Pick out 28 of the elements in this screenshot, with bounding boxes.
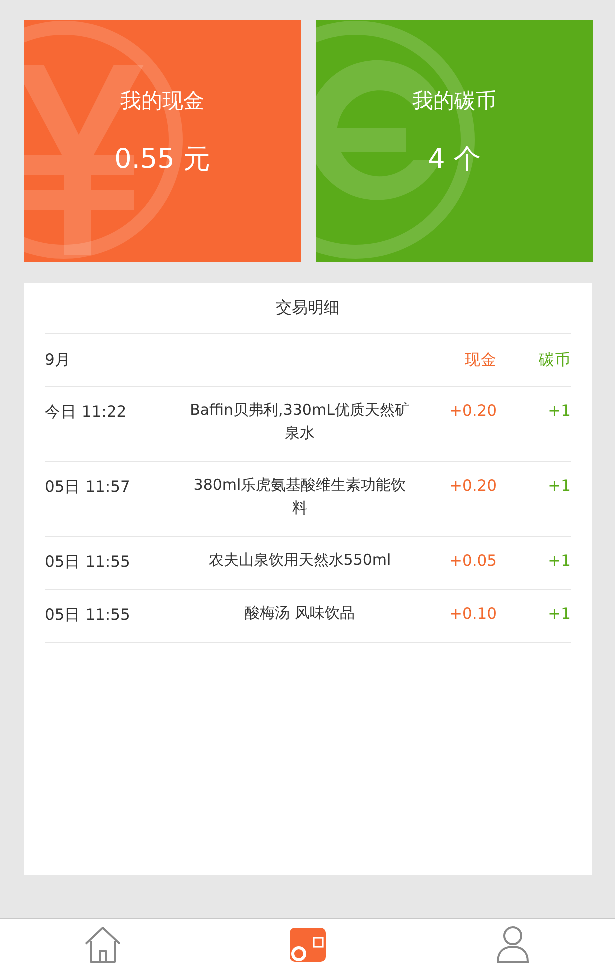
- coin-amount: +1: [547, 605, 571, 623]
- coin-amount: +1: [547, 402, 571, 420]
- product-name: Baffin贝弗利,330mL优质天然矿泉水: [189, 400, 411, 444]
- cash-amount: +0.05: [448, 552, 497, 570]
- transaction-row[interactable]: 05日 11:57 380ml乐虎氨基酸维生素功能饮料 +0.20 +1: [45, 462, 571, 537]
- card-value: 0.55 元: [114, 143, 210, 177]
- cash-amount: +0.10: [448, 605, 497, 623]
- panel-title: 交易明细: [45, 283, 571, 334]
- card-title: 我的现金: [120, 88, 204, 115]
- transaction-time: 05日 11:57: [45, 477, 132, 498]
- cash-amount: +0.20: [448, 402, 497, 420]
- coin-amount: +1: [547, 552, 571, 570]
- transaction-row[interactable]: 05日 11:55 农夫山泉饮用天然水550ml +0.05 +1: [45, 537, 571, 590]
- transaction-time: 05日 11:55: [45, 552, 132, 573]
- card-title: 我的碳币: [412, 88, 496, 115]
- transaction-row[interactable]: 05日 11:55 酸梅汤 风味饮品 +0.10 +1: [45, 590, 571, 643]
- transaction-row[interactable]: 今日 11:22 Baffin贝弗利,330mL优质天然矿泉水 +0.20 +1: [45, 387, 571, 462]
- product-name: 农夫山泉饮用天然水550ml: [208, 550, 392, 571]
- product-name: 酸梅汤 风味饮品: [244, 603, 356, 624]
- column-header: 碳币: [538, 350, 571, 371]
- transaction-time: 05日 11:55: [45, 605, 132, 626]
- card-value: 4 个: [428, 143, 481, 177]
- cash-amount: +0.20: [448, 477, 497, 495]
- column-header: 现金: [464, 350, 497, 371]
- transaction-time: 今日 11:22: [45, 402, 128, 423]
- month-label: 9月: [45, 350, 72, 371]
- coin-amount: +1: [547, 477, 571, 495]
- product-name: 380ml乐虎氨基酸维生素功能饮料: [192, 475, 408, 519]
